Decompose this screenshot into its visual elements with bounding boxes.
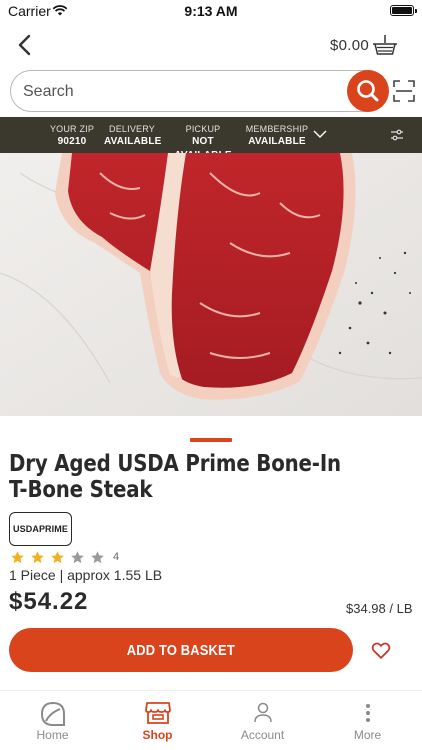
tab-home-label: Home	[36, 728, 69, 742]
tab-home[interactable]: Home	[0, 691, 105, 750]
basket-icon[interactable]	[371, 33, 399, 57]
tab-more-label: More	[353, 728, 382, 742]
tab-account[interactable]: Account	[210, 691, 315, 750]
search-button[interactable]	[347, 70, 389, 112]
image-pager-indicator	[190, 438, 232, 442]
add-to-basket-label: ADD TO BASKET	[126, 641, 236, 659]
star-filled-icon	[11, 550, 24, 563]
status-time: 9:13 AM	[184, 3, 238, 19]
account-icon	[253, 702, 272, 723]
zip-info: YOUR ZIP 90210	[44, 123, 100, 149]
home-icon	[40, 701, 65, 726]
star-filled-icon	[31, 550, 44, 563]
zip-label: YOUR ZIP	[49, 124, 95, 134]
star-empty-icon	[91, 550, 104, 563]
shop-icon	[144, 702, 171, 724]
membership-info: MEMBERSHIP AVAILABLE	[244, 123, 310, 149]
search-bar	[10, 70, 389, 112]
delivery-label: DELIVERY	[109, 124, 155, 134]
product-title: Dry Aged USDA Prime Bone-In T-Bone Steak	[9, 451, 341, 503]
tab-shop[interactable]: Shop	[105, 691, 210, 750]
tab-account-label: Account	[240, 728, 285, 742]
rating-count: 4	[113, 551, 120, 563]
product-size: 1 Piece | approx 1.55 LB	[9, 567, 163, 583]
delivery-info: DELIVERY AVAILABLE	[104, 123, 162, 149]
search-input[interactable]	[23, 80, 343, 104]
status-bar: Carrier 9:13 AM	[0, 0, 422, 22]
tab-more[interactable]: More	[315, 691, 420, 750]
bottom-tab-bar: Home Shop Account More	[0, 690, 422, 750]
tab-shop-label: Shop	[142, 728, 173, 742]
availability-bar[interactable]: YOUR ZIP 90210 DELIVERY AVAILABLE PICKUP…	[0, 117, 422, 161]
more-icon	[365, 704, 370, 722]
search-icon	[357, 80, 379, 102]
zip-value: 90210	[57, 136, 87, 147]
star-filled-icon	[51, 550, 64, 563]
star-empty-icon	[71, 550, 84, 563]
back-button[interactable]	[12, 32, 38, 58]
filter-icon[interactable]	[390, 128, 404, 142]
battery-icon	[390, 5, 417, 16]
cart-total[interactable]: $0.00	[330, 37, 369, 54]
chevron-down-icon[interactable]	[312, 127, 328, 141]
product-image	[0, 153, 422, 416]
rating-stars[interactable]: 4	[10, 549, 119, 565]
delivery-value: AVAILABLE	[104, 136, 162, 147]
usda-prime-badge: USDAPRIME	[9, 512, 72, 546]
top-nav: $0.00	[0, 22, 422, 70]
membership-label: MEMBERSHIP	[245, 124, 309, 134]
favorite-heart-icon[interactable]	[370, 639, 392, 661]
membership-value: AVAILABLE	[248, 136, 306, 147]
barcode-scan-icon[interactable]	[393, 80, 415, 102]
pickup-label: PICKUP	[185, 124, 221, 134]
product-price: $54.22	[9, 588, 89, 615]
add-to-basket-button[interactable]: ADD TO BASKET	[9, 628, 353, 672]
unit-price: $34.98 / LB	[346, 601, 413, 616]
